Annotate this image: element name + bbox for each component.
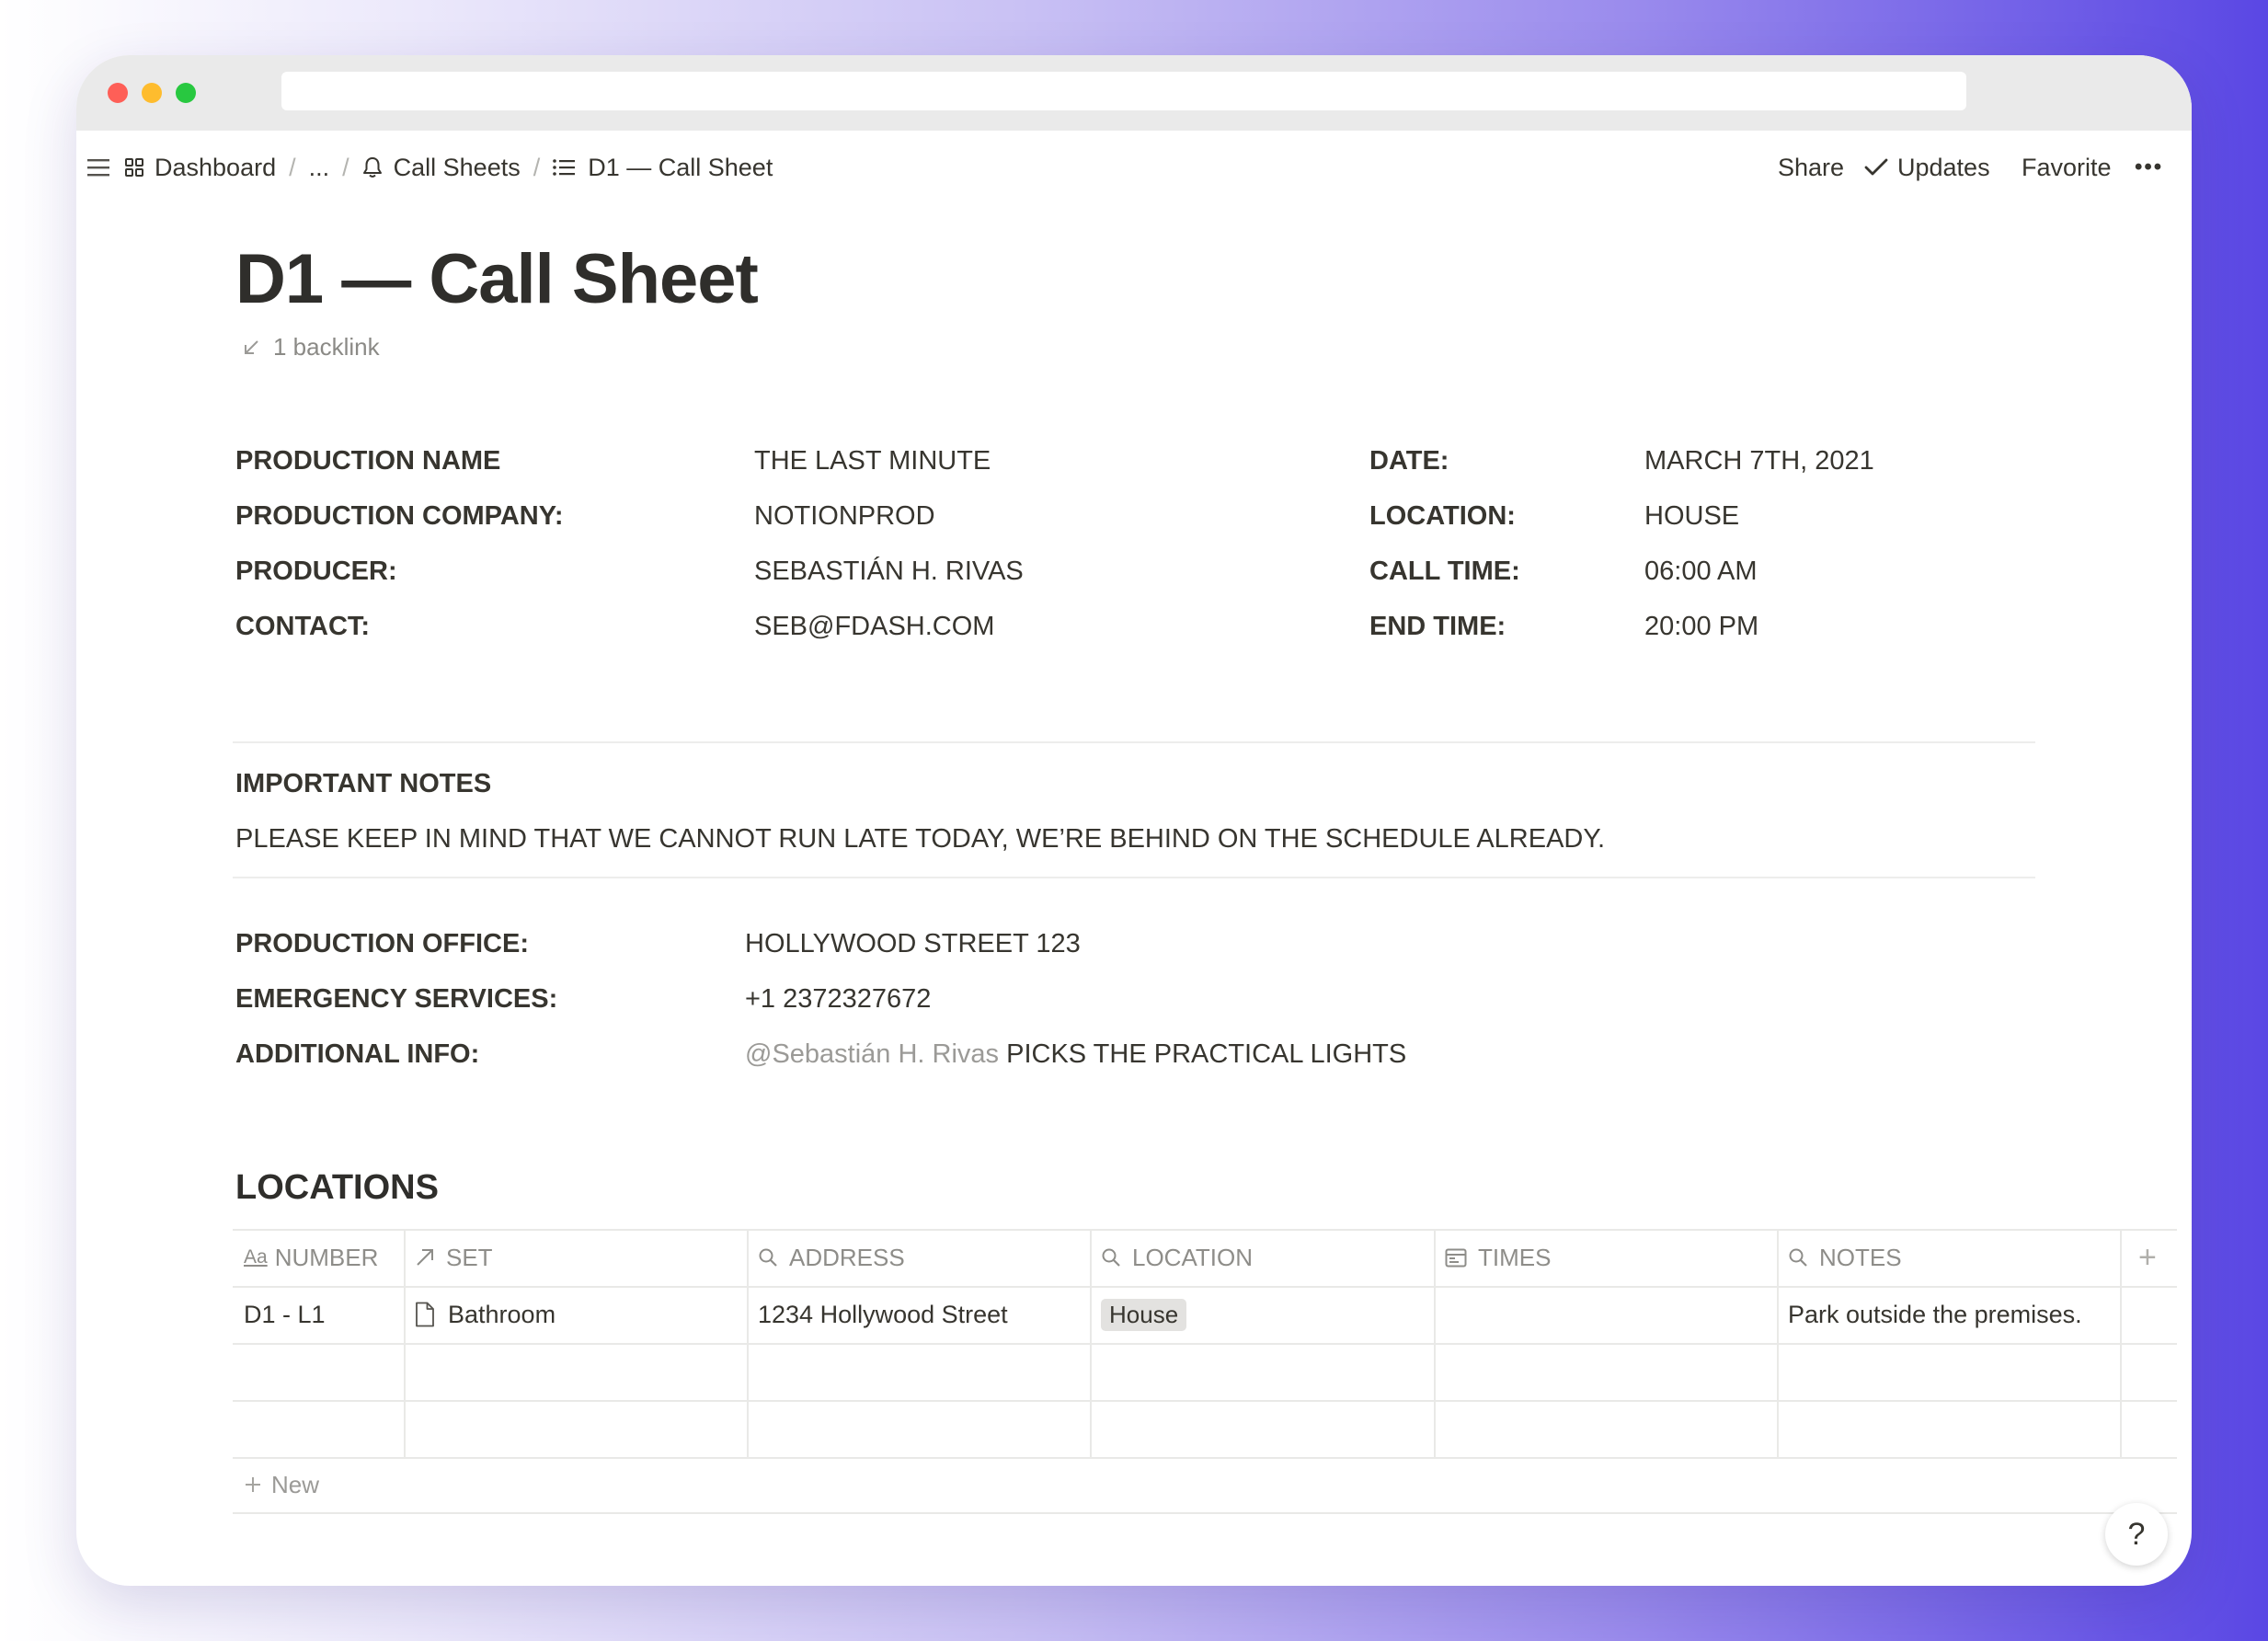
table-row-empty[interactable]	[233, 1400, 2120, 1457]
close-window-button[interactable]	[108, 83, 128, 103]
browser-window: Dashboard / ... / Call Sheets / D1 — Cal…	[76, 55, 2192, 1586]
cell-set-label: Bathroom	[448, 1300, 556, 1328]
breadcrumb: Dashboard / ... / Call Sheets / D1 — Cal…	[125, 131, 773, 204]
maximize-window-button[interactable]	[176, 83, 196, 103]
calendar-icon	[1445, 1247, 1467, 1268]
address-bar[interactable]	[281, 72, 1966, 110]
call-time-value: 06:00 AM	[1644, 557, 1758, 586]
column-header-label: SET	[446, 1243, 493, 1271]
divider	[233, 741, 2035, 743]
additional-info-label: ADDITIONAL INFO:	[235, 1039, 480, 1069]
column-header-label: LOCATION	[1132, 1243, 1253, 1271]
locations-heading: LOCATIONS	[235, 1168, 439, 1207]
updates-label: Updates	[1897, 153, 1990, 181]
table-border	[233, 1457, 2177, 1459]
emergency-services-label: EMERGENCY SERVICES:	[235, 984, 558, 1014]
breadcrumb-label-call-sheets: Call Sheets	[393, 153, 521, 181]
additional-info-value: @Sebastián H. Rivas PICKS THE PRACTICAL …	[745, 1039, 1406, 1070]
sidebar-toggle-button[interactable]	[87, 131, 109, 204]
breadcrumb-ellipsis[interactable]: ...	[309, 154, 330, 182]
production-company-value: NOTIONPROD	[754, 501, 935, 531]
date-label: DATE:	[1369, 446, 1449, 476]
production-company-label: PRODUCTION COMPANY:	[235, 501, 564, 531]
column-header-address[interactable]: ADDRESS	[758, 1229, 905, 1286]
table-border	[233, 1512, 2177, 1514]
backlinks-label: 1 backlink	[273, 333, 380, 361]
emergency-services-value: +1 2372327672	[745, 984, 932, 1014]
hamburger-menu-icon	[87, 158, 109, 177]
breadcrumb-separator: /	[342, 153, 349, 181]
contact-label: CONTACT:	[235, 612, 371, 641]
page-icon	[415, 1302, 435, 1327]
location-value: HOUSE	[1644, 501, 1740, 531]
text-property-icon: Aa	[244, 1246, 268, 1268]
additional-info-text: PICKS THE PRACTICAL LIGHTS	[1006, 1039, 1407, 1069]
new-row-button[interactable]: New	[244, 1457, 319, 1512]
page-title: D1 — Call Sheet	[235, 240, 759, 318]
relation-arrow-icon	[415, 1247, 435, 1268]
help-button[interactable]: ?	[2105, 1503, 2168, 1566]
bell-icon	[362, 156, 383, 178]
production-name-value: THE LAST MINUTE	[754, 446, 991, 476]
user-mention[interactable]: @Sebastián H. Rivas	[745, 1039, 999, 1069]
important-notes-heading: IMPORTANT NOTES	[235, 769, 492, 798]
production-name-label: PRODUCTION NAME	[235, 446, 501, 476]
grid-icon	[125, 158, 143, 177]
end-time-label: END TIME:	[1369, 612, 1506, 641]
top-navigation: Dashboard / ... / Call Sheets / D1 — Cal…	[76, 131, 2192, 204]
list-icon	[553, 159, 576, 176]
plus-icon	[244, 1475, 262, 1494]
add-column-button[interactable]: +	[2138, 1229, 2157, 1286]
column-header-location[interactable]: LOCATION	[1101, 1229, 1253, 1286]
production-office-label: PRODUCTION OFFICE:	[235, 929, 529, 958]
arrow-down-left-icon	[242, 339, 260, 357]
production-office-value: HOLLYWOOD STREET 123	[745, 929, 1081, 958]
column-header-set[interactable]: SET	[415, 1229, 493, 1286]
cell-location[interactable]: House	[1101, 1286, 1187, 1343]
updates-button[interactable]: Updates	[1864, 131, 1990, 204]
breadcrumb-item-call-sheets[interactable]: Call Sheets	[362, 154, 521, 182]
producer-value: SEBASTIÁN H. RIVAS	[754, 557, 1024, 586]
producer-label: PRODUCER:	[235, 557, 397, 586]
search-icon	[1788, 1247, 1808, 1268]
cell-notes[interactable]: Park outside the premises.	[1788, 1286, 2082, 1343]
column-header-number[interactable]: Aa NUMBER	[244, 1229, 378, 1286]
cell-set[interactable]: Bathroom	[415, 1286, 556, 1343]
column-divider	[2120, 1229, 2122, 1457]
backlinks-button[interactable]: 1 backlink	[242, 333, 380, 361]
more-options-button[interactable]: •••	[2135, 131, 2163, 204]
table-row-empty[interactable]	[233, 1343, 2120, 1400]
location-label: LOCATION:	[1369, 501, 1516, 531]
location-tag: House	[1101, 1298, 1187, 1331]
share-button[interactable]: Share	[1778, 131, 1844, 204]
favorite-button[interactable]: Favorite	[2022, 131, 2112, 204]
column-header-label: NOTES	[1819, 1243, 1902, 1271]
column-header-label: TIMES	[1478, 1243, 1552, 1271]
important-notes-text: PLEASE KEEP IN MIND THAT WE CANNOT RUN L…	[235, 824, 1606, 854]
breadcrumb-separator: /	[533, 153, 541, 181]
call-time-label: CALL TIME:	[1369, 557, 1520, 586]
end-time-value: 20:00 PM	[1644, 612, 1759, 641]
breadcrumb-label-current: D1 — Call Sheet	[588, 153, 773, 181]
search-icon	[1101, 1247, 1121, 1268]
column-header-label: NUMBER	[274, 1243, 379, 1271]
checkmark-icon	[1864, 158, 1888, 177]
column-header-times[interactable]: TIMES	[1445, 1229, 1551, 1286]
column-header-label: ADDRESS	[789, 1243, 905, 1271]
breadcrumb-label-dashboard: Dashboard	[155, 153, 277, 181]
column-header-notes[interactable]: NOTES	[1788, 1229, 1902, 1286]
contact-value: SEB@FDASH.COM	[754, 612, 995, 641]
date-value: MARCH 7TH, 2021	[1644, 446, 1874, 476]
breadcrumb-item-dashboard[interactable]: Dashboard	[125, 154, 276, 182]
title-bar	[76, 55, 2192, 131]
breadcrumb-item-current[interactable]: D1 — Call Sheet	[553, 154, 773, 182]
search-icon	[758, 1247, 778, 1268]
cell-number[interactable]: D1 - L1	[244, 1286, 326, 1343]
new-row-label: New	[271, 1470, 320, 1498]
minimize-window-button[interactable]	[142, 83, 162, 103]
breadcrumb-separator: /	[289, 153, 296, 181]
divider	[233, 877, 2035, 878]
cell-address[interactable]: 1234 Hollywood Street	[758, 1286, 1008, 1343]
